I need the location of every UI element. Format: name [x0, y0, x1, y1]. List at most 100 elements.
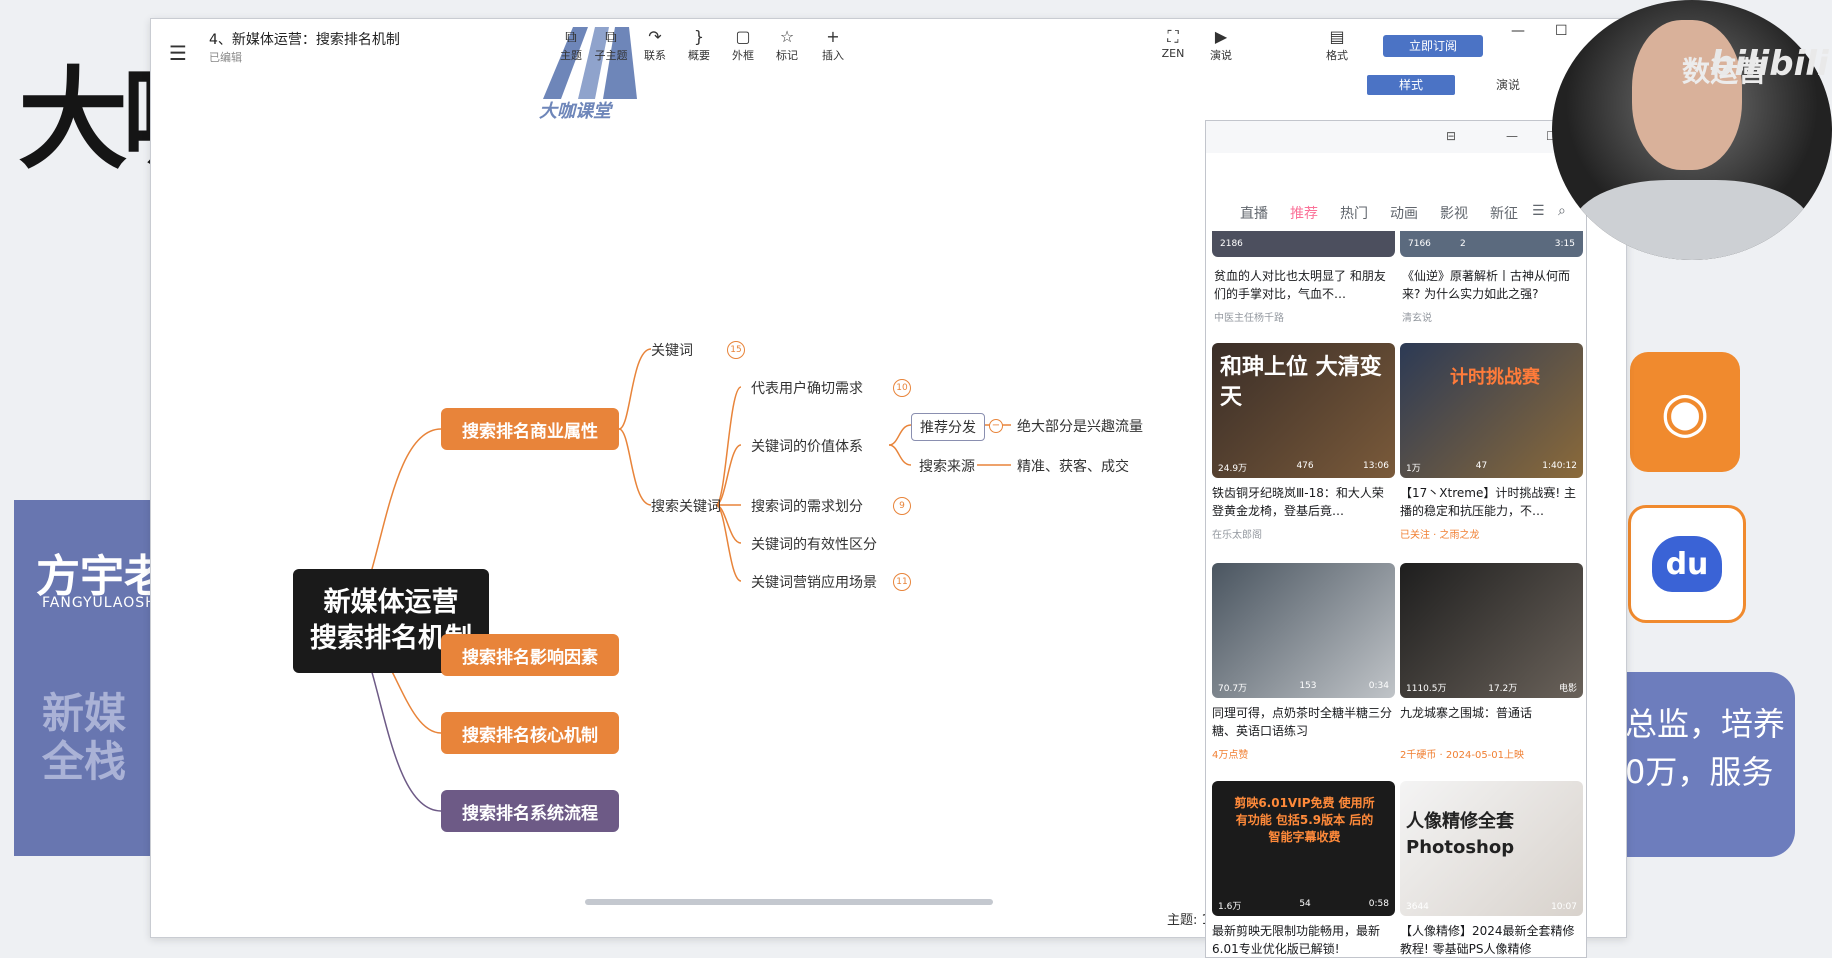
webcam-person-shirt [1572, 180, 1812, 260]
bili-nav: 直播 推荐 热门 动画 影视 新征 ☰ ⌕ [1206, 203, 1586, 231]
video-stats: 1110.5万 17.2万 电影 [1406, 681, 1577, 694]
danmaku-count: 54 [1299, 899, 1311, 909]
video-thumbnail[interactable]: 和珅上位 大清变天 24.9万 476 13:06 [1212, 343, 1395, 478]
tab-live[interactable]: 直播 [1240, 203, 1268, 223]
search-keyword-topic[interactable]: 搜索关键词 [651, 496, 721, 516]
duration: 13:06 [1363, 461, 1389, 471]
branch-topic[interactable]: 搜索排名商业属性 [441, 408, 619, 450]
tab-hot[interactable]: 热门 [1340, 203, 1368, 223]
root-topic-line: 新媒体运营 [323, 587, 459, 618]
count-badge: 11 [893, 573, 911, 591]
video-title[interactable]: 铁齿铜牙纪晓岚Ⅲ-18：和大人荣登黄金龙椅，登基后竟… [1212, 484, 1395, 520]
video-thumbnail[interactable]: 70.7万 153 0:34 [1212, 563, 1395, 698]
subtopic[interactable]: 代表用户确切需求 [751, 378, 863, 398]
thumbnail-caption: 和珅上位 大清变天 [1220, 355, 1382, 410]
video-title[interactable]: 贫血的人对比也太明显了 和朋友们的手掌对比，气血不… [1214, 267, 1397, 303]
video-title[interactable]: 九龙城寨之围城：普通话 [1400, 704, 1583, 740]
video-stats: 1万 47 1:40:12 [1406, 461, 1577, 474]
video-card[interactable]: 人像精修全套 Photoshop 3644 10:07 【人像精修】2024最新全… [1400, 781, 1583, 957]
duration: 1:40:12 [1542, 461, 1577, 471]
video-card[interactable]: 和珅上位 大清变天 24.9万 476 13:06 铁齿铜牙纪晓岚Ⅲ-18：和大人荣… [1212, 343, 1395, 541]
status-topic-count: 主题: 1 [1167, 913, 1210, 928]
video-meta: 清玄说 [1402, 313, 1432, 324]
view-count: 24.9万 [1218, 464, 1248, 474]
danmaku-count: 476 [1296, 461, 1314, 471]
video-title[interactable]: 【人像精修】2024最新全套精修教程! 零基础PS人像精修 [1400, 922, 1583, 957]
band-faded-line: 全栈 [42, 737, 127, 786]
count-badge: 15 [727, 341, 745, 359]
view-count: 1万 [1406, 464, 1421, 474]
branch-topic[interactable]: 搜索排名核心机制 [441, 712, 619, 754]
search-icon[interactable]: ⌕ [1558, 203, 1566, 219]
view-count: 2186 [1220, 239, 1243, 249]
tab-movies[interactable]: 影视 [1440, 203, 1468, 223]
video-thumbnail[interactable]: 1110.5万 17.2万 电影 [1400, 563, 1583, 698]
pin-icon[interactable]: ⊟ [1446, 129, 1456, 143]
recommend-topic[interactable]: 推荐分发 [911, 413, 985, 441]
minimize-icon[interactable]: — [1506, 129, 1518, 143]
webcam-person-face [1632, 20, 1742, 170]
video-meta: 已关注 · 之雨之龙 [1400, 530, 1480, 541]
duration: 10:07 [1551, 902, 1577, 912]
video-card[interactable]: 《仙逆》原著解析丨古神从何而来? 为什么实力如此之强? 清玄说 [1402, 261, 1585, 324]
bilibili-window: ⊟ — ☐ 直播 推荐 热门 动画 影视 新征 ☰ ⌕ 2186 7166 2 … [1205, 120, 1587, 958]
view-count: 7166 [1408, 239, 1431, 249]
video-title[interactable]: 最新剪映无限制功能畅用，最新6.01专业优化版已解锁! [1212, 922, 1395, 957]
duration: 0:58 [1368, 899, 1389, 909]
keyword-topic[interactable]: 关键词 [651, 340, 693, 360]
video-thumbnail[interactable]: 2186 [1212, 231, 1395, 257]
video-title[interactable]: 同理可得，点奶茶时全糖半糖三分糖、英语口语练习 [1212, 704, 1395, 740]
video-thumbnail[interactable]: 人像精修全套 Photoshop 3644 10:07 [1400, 781, 1583, 916]
danmaku-count: 153 [1299, 681, 1317, 691]
video-thumbnail[interactable]: 7166 2 3:15 [1400, 231, 1583, 257]
count-badge: 10 [893, 379, 911, 397]
view-count: 1.6万 [1218, 902, 1242, 912]
tab-anime[interactable]: 动画 [1390, 203, 1418, 223]
search-source-note[interactable]: 精准、获客、成交 [1017, 456, 1129, 476]
subtopic[interactable]: 搜索词的需求划分 [751, 496, 863, 516]
video-stats: 3644 10:07 [1406, 902, 1577, 912]
kuaishou-app-icon: ◉ [1630, 352, 1740, 472]
subtopic[interactable]: 关键词营销应用场景 [751, 572, 877, 592]
video-card[interactable]: 计时挑战赛 1万 47 1:40:12 【17丶Xtreme】计时挑战赛! 主播的稳… [1400, 343, 1583, 541]
baidu-app-icon: du [1628, 505, 1746, 623]
video-meta: 在乐太郎阁 [1212, 530, 1262, 541]
horizontal-scrollbar[interactable] [585, 899, 993, 905]
bili-titlebar: ⊟ — ☐ [1206, 121, 1586, 153]
video-card[interactable]: 70.7万 153 0:34 同理可得，点奶茶时全糖半糖三分糖、英语口语练习 4万点… [1212, 563, 1395, 761]
video-thumbnail[interactable]: 剪映6.01VIP免费 使用所有功能 包括5.9版本 后的智能字幕收费 1.6万… [1212, 781, 1395, 916]
thumbnail-caption: 人像精修全套 Photoshop [1406, 811, 1515, 858]
slide-right-line: 0万，服务 [1625, 753, 1774, 791]
search-source-topic[interactable]: 搜索来源 [919, 456, 975, 476]
video-title[interactable]: 《仙逆》原著解析丨古神从何而来? 为什么实力如此之强? [1402, 267, 1585, 303]
subtopic[interactable]: 关键词的价值体系 [751, 436, 863, 456]
video-meta: 2千硬币 · 2024-05-01上映 [1400, 750, 1525, 761]
video-title[interactable]: 【17丶Xtreme】计时挑战赛! 主播的稳定和抗压能力，不… [1400, 484, 1583, 520]
duration: 0:34 [1368, 681, 1389, 691]
danmaku-count: 2 [1460, 239, 1466, 249]
collapse-icon[interactable]: − [989, 419, 1003, 433]
menu-icon[interactable]: ☰ [1532, 203, 1545, 219]
subtopic[interactable]: 关键词的有效性区分 [751, 534, 877, 554]
video-card[interactable]: 贫血的人对比也太明显了 和朋友们的手掌对比，气血不… 中医主任杨千路 [1214, 261, 1397, 324]
tab-new[interactable]: 新征 [1490, 203, 1518, 223]
tab-recommend[interactable]: 推荐 [1290, 203, 1318, 223]
band-faded: 新媒 全栈 [42, 690, 126, 786]
branch-topic[interactable]: 搜索排名影响因素 [441, 634, 619, 676]
branch-topic[interactable]: 搜索排名系统流程 [441, 790, 619, 832]
count-badge: 9 [893, 497, 911, 515]
thumbnail-caption: 计时挑战赛 [1450, 367, 1540, 388]
webcam-overlay: 数运营 [1552, 0, 1832, 260]
danmaku-count: 17.2万 [1488, 684, 1518, 694]
video-meta: 4万点赞 [1212, 750, 1249, 761]
video-card[interactable]: 剪映6.01VIP免费 使用所有功能 包括5.9版本 后的智能字幕收费 1.6万… [1212, 781, 1395, 957]
view-count: 70.7万 [1218, 684, 1248, 694]
video-card[interactable]: 1110.5万 17.2万 电影 九龙城寨之围城：普通话 2千硬币 · 2024-0… [1400, 563, 1583, 761]
thumbnail-caption: 剪映6.01VIP免费 使用所有功能 包括5.9版本 后的智能字幕收费 [1234, 796, 1375, 844]
slide-right-text: 总监，培养 0万，服务 [1625, 700, 1785, 796]
slide-right-line: 总监，培养 [1625, 705, 1786, 743]
recommend-note[interactable]: 绝大部分是兴趣流量 [1017, 416, 1143, 436]
view-count: 1110.5万 [1406, 684, 1447, 694]
band-faded-line: 新媒 [42, 689, 127, 738]
video-thumbnail[interactable]: 计时挑战赛 1万 47 1:40:12 [1400, 343, 1583, 478]
